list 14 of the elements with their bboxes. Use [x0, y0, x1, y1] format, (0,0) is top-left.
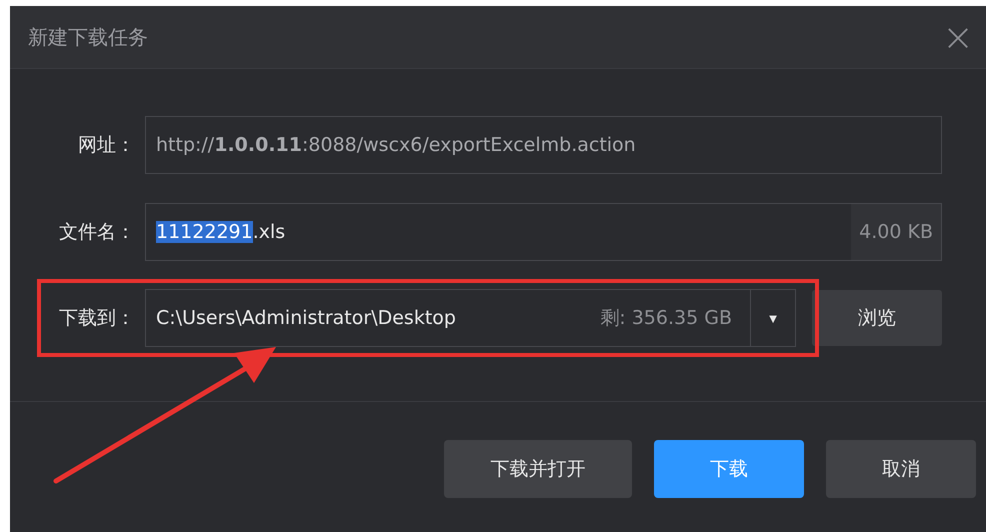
window-title: 新建下载任务 [28, 24, 148, 50]
dropdown-button[interactable]: ▼ [750, 290, 795, 346]
file-size: 4.00 KB [851, 204, 941, 260]
close-button[interactable]: × [942, 18, 974, 56]
save-path-field[interactable]: C:\Users\Administrator\Desktop 剩: 356.35 GB ▼ [145, 289, 796, 347]
save-to-label: 下载到： [58, 306, 136, 331]
dialog-button[interactable]: 取消 [826, 440, 976, 498]
filename-label: 文件名： [58, 220, 136, 245]
url-field[interactable]: http://1.0.0.11:8088/wscx6/exportExcelmb.action [145, 116, 942, 174]
free-space: 剩: 356.35 GB [600, 306, 733, 331]
url-label: 网址： [77, 133, 136, 158]
dialog-button[interactable]: 下载并打开 [444, 440, 632, 498]
browse-button[interactable]: 浏览 [812, 290, 942, 346]
filename-field[interactable]: 11122291.xls 4.00 KB [145, 203, 942, 261]
